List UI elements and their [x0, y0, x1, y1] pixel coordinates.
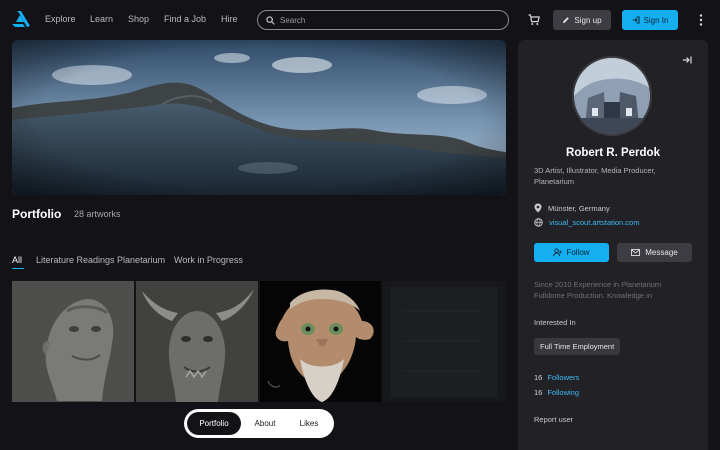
interest-chip: Full Time Employment: [534, 338, 621, 355]
segment-about[interactable]: About: [241, 412, 289, 435]
website-link[interactable]: visual_scout.artstation.com: [549, 218, 639, 227]
globe-icon: [534, 217, 543, 227]
location-pin-icon: [534, 203, 542, 213]
search-bar[interactable]: [257, 10, 509, 30]
segment-likes[interactable]: Likes: [287, 412, 331, 435]
avatar[interactable]: [572, 56, 652, 136]
portfolio-title: Portfolio: [12, 207, 62, 221]
cover-image: [12, 40, 506, 195]
collapse-panel-icon[interactable]: [682, 55, 692, 65]
following-stat[interactable]: 16 Following: [534, 388, 579, 397]
following-link[interactable]: Following: [547, 388, 579, 397]
active-tab-indicator: [12, 268, 24, 269]
followers-count: 16: [534, 373, 543, 382]
interested-in-label: Interested In: [534, 318, 576, 327]
sign-in-icon: [632, 16, 640, 24]
profile-headline: 3D Artist, Illustrator, Media Producer, …: [534, 166, 656, 186]
artwork-image: [260, 281, 381, 402]
artwork-image: [383, 281, 505, 402]
nav-link-hire[interactable]: Hire: [221, 14, 238, 24]
website-row: visual_scout.artstation.com: [534, 216, 639, 228]
artwork-count: 28 artworks: [74, 209, 121, 219]
search-icon: [266, 15, 275, 25]
profile-section-switcher: Portfolio About Likes: [184, 409, 334, 438]
follow-label: Follow: [566, 248, 590, 257]
nav-link-shop[interactable]: Shop: [128, 14, 149, 24]
sign-up-button[interactable]: Sign up: [553, 10, 611, 30]
report-user-link[interactable]: Report user: [534, 415, 573, 424]
cover-banner: [12, 40, 506, 195]
follow-button[interactable]: Follow: [534, 243, 609, 262]
mail-icon: [631, 249, 641, 256]
message-button[interactable]: Message: [617, 243, 692, 262]
segment-portfolio[interactable]: Portfolio: [187, 412, 241, 435]
location-text: Münster, Germany: [548, 203, 610, 213]
tab-literature-readings-planetarium[interactable]: Literature Readings Planetarium: [36, 255, 165, 265]
sign-up-label: Sign up: [574, 15, 602, 25]
artwork-thumbnail[interactable]: [260, 281, 381, 402]
avatar-image: [574, 58, 650, 134]
artwork-image: [12, 281, 134, 402]
followers-link[interactable]: Followers: [547, 373, 579, 382]
tab-work-in-progress[interactable]: Work in Progress: [174, 255, 243, 265]
artwork-thumbnail[interactable]: [12, 281, 134, 402]
following-count: 16: [534, 388, 543, 397]
profile-summary: Since 2010 Experience in Planetarium Ful…: [534, 280, 662, 300]
search-input[interactable]: [280, 15, 490, 25]
message-label: Message: [645, 248, 678, 257]
profile-name: Robert R. Perdok: [566, 147, 660, 159]
cart-icon[interactable]: [528, 14, 540, 26]
nav-link-learn[interactable]: Learn: [90, 14, 113, 24]
artwork-thumbnail[interactable]: [136, 281, 258, 402]
top-navigation: Explore Learn Shop Find a Job Hire Sign …: [0, 0, 720, 40]
followers-stat[interactable]: 16 Followers: [534, 373, 579, 382]
nav-link-explore[interactable]: Explore: [45, 14, 76, 24]
pencil-icon: [563, 17, 570, 23]
kebab-menu-icon[interactable]: [698, 13, 704, 27]
sign-in-button[interactable]: Sign In: [622, 10, 678, 30]
artstation-logo-icon[interactable]: [12, 11, 30, 27]
add-user-icon: [553, 248, 563, 257]
location-row: Münster, Germany: [534, 202, 610, 214]
artwork-thumbnail[interactable]: [383, 281, 505, 402]
artwork-image: [136, 281, 258, 402]
nav-link-find-a-job[interactable]: Find a Job: [164, 14, 206, 24]
tab-all[interactable]: All: [12, 255, 22, 265]
sign-in-label: Sign In: [643, 15, 669, 25]
